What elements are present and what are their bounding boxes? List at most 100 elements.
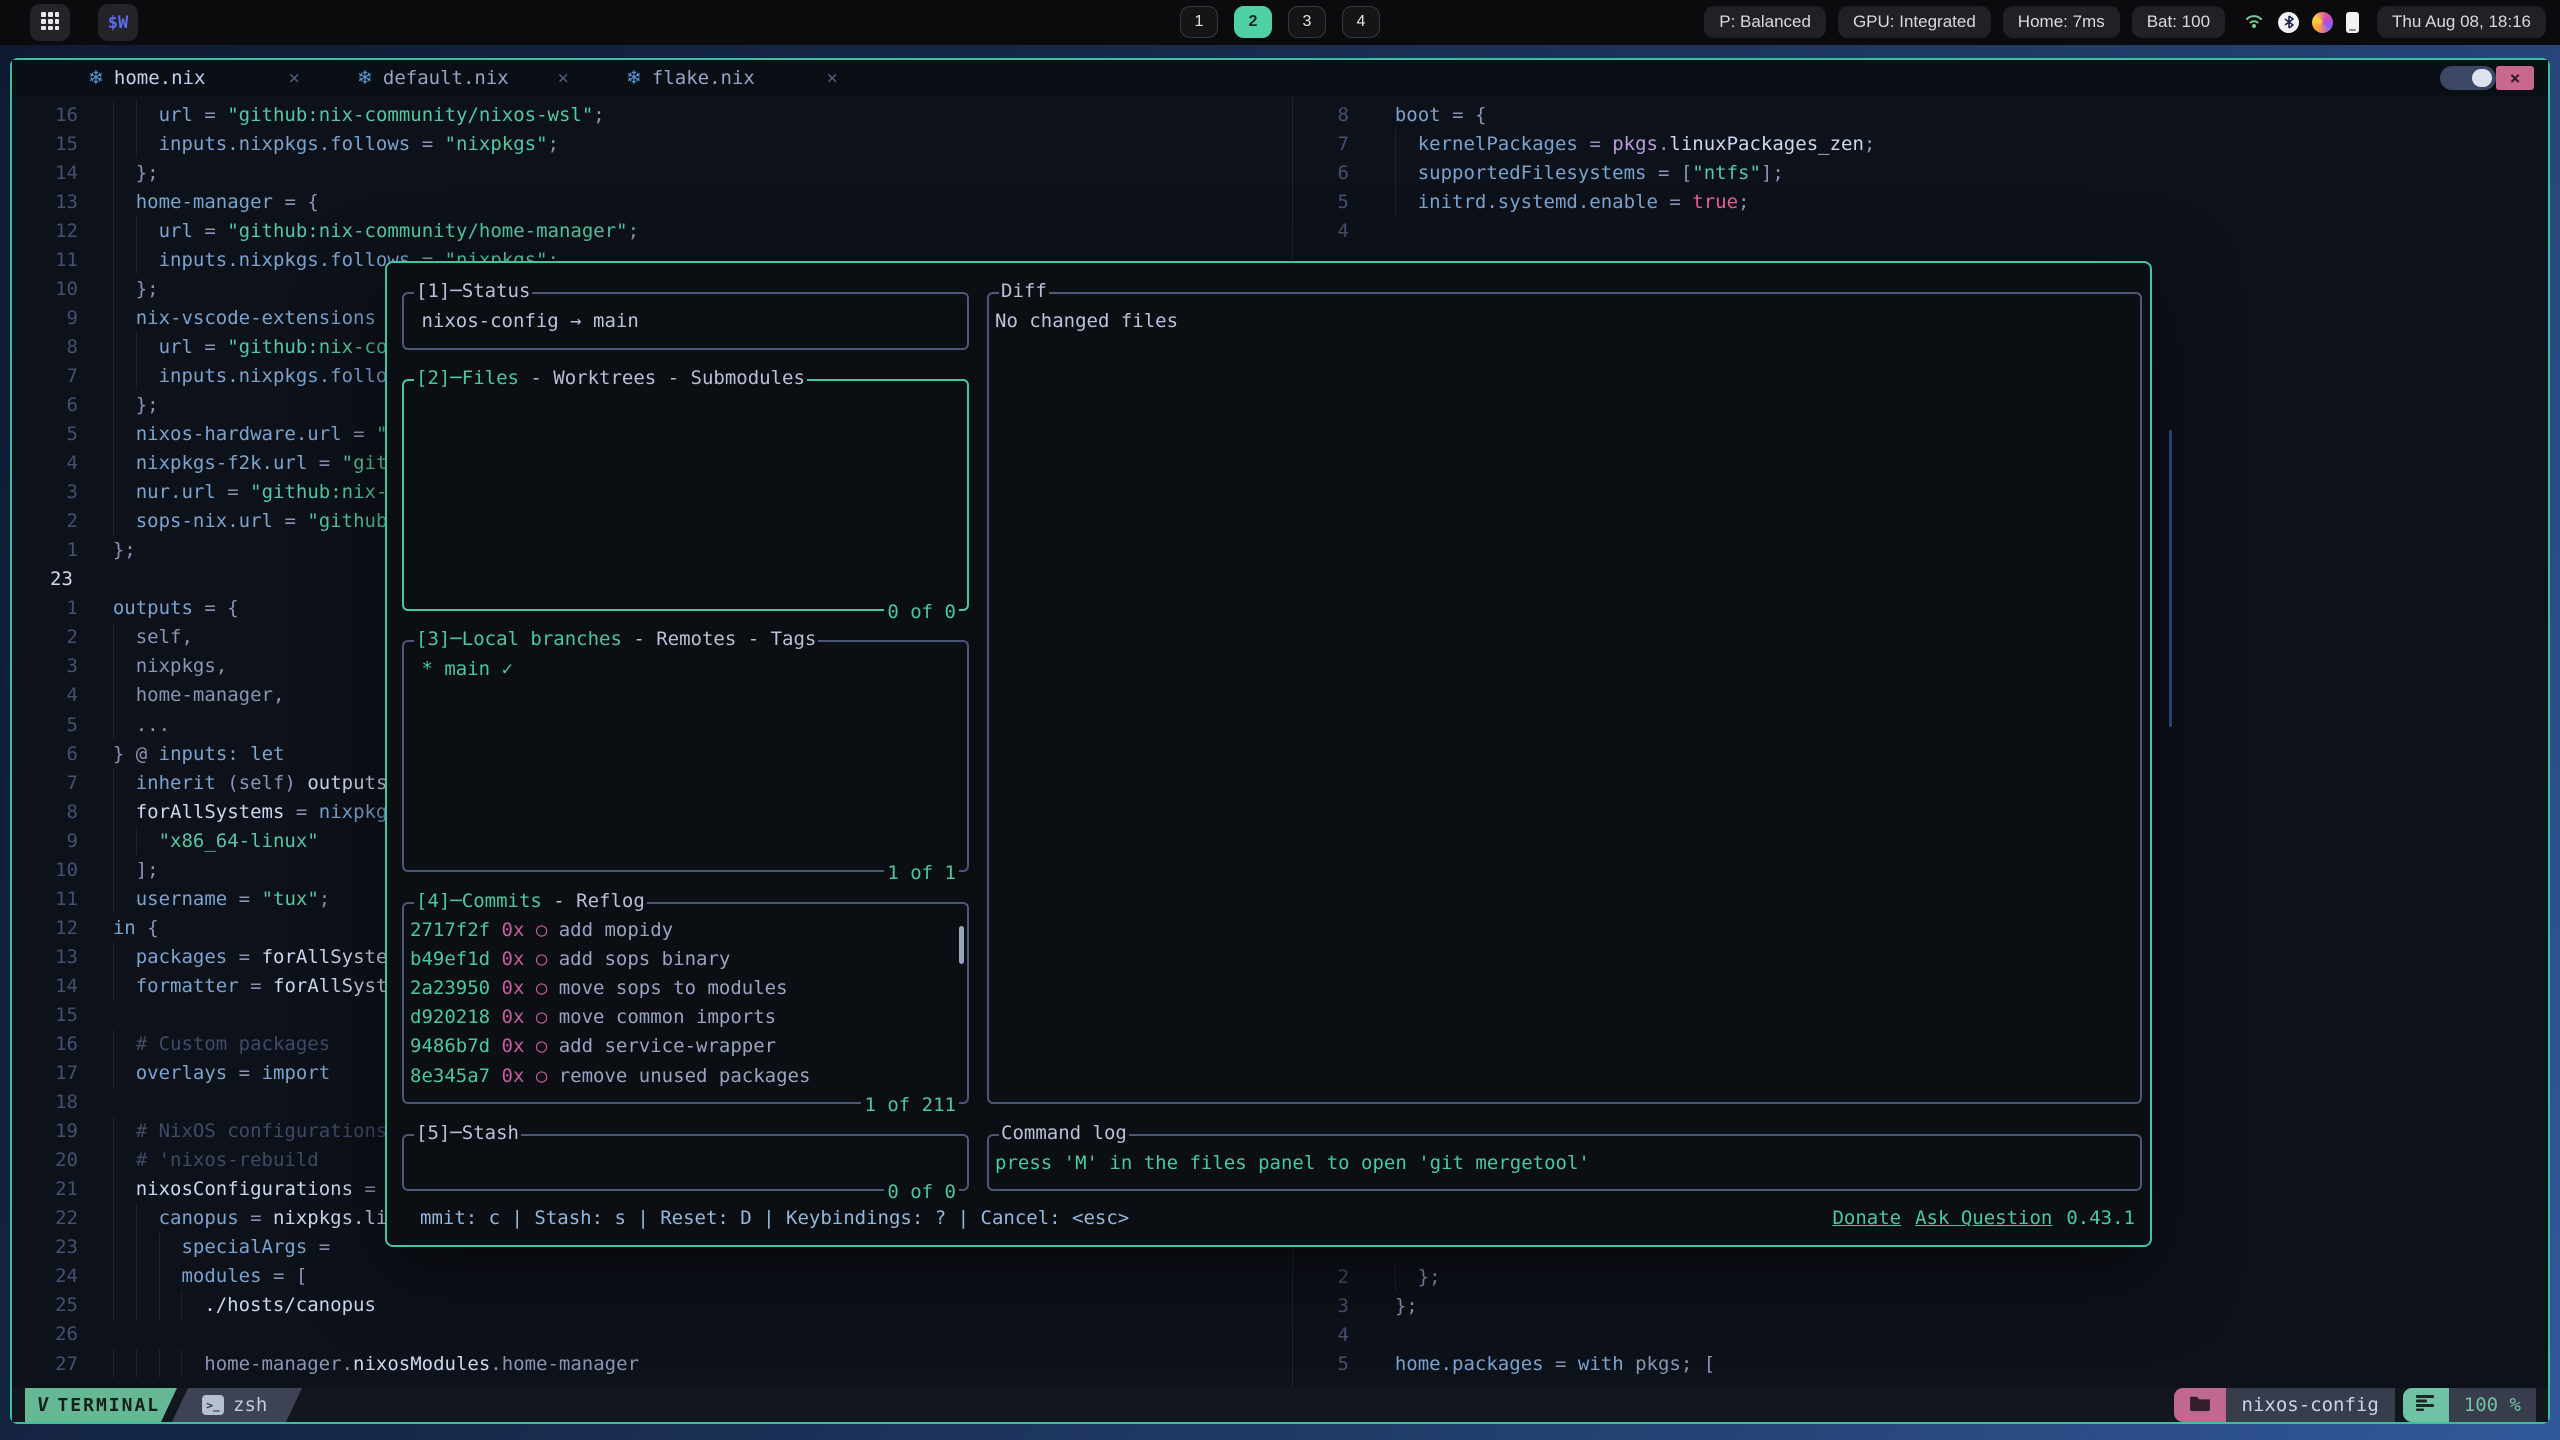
commit-sha: d920218 (410, 1006, 490, 1028)
commit-message: add mopidy (547, 919, 673, 941)
code-text: in { (90, 917, 159, 939)
tab-bar: ❄home.nix× ❄default.nix× ❄ flake.nix × × (12, 60, 2548, 97)
ask-question-link[interactable]: Ask Question (1915, 1207, 2052, 1229)
status-pill: Bat: 100 (2132, 6, 2225, 38)
app-launcher-button[interactable] (30, 4, 70, 41)
tab-flake.nix[interactable]: ❄ flake.nix × (626, 60, 838, 96)
clock[interactable]: Thu Aug 08, 18:16 (2377, 6, 2546, 38)
commits-panel-title: [4]─Commits - Reflog (414, 890, 647, 912)
phone-icon[interactable] (2346, 12, 2359, 33)
lazygit-files-panel[interactable]: [2]─Files - Worktrees - Submodules 0 of … (402, 379, 969, 611)
status-pill: GPU: Integrated (1838, 6, 1991, 38)
status-pill: P: Balanced (1704, 6, 1826, 38)
indent-guide (113, 797, 114, 826)
window-close-button[interactable]: × (2496, 66, 2534, 90)
code-text: } @ inputs: let (90, 743, 284, 765)
code-text: home-manager = { (90, 191, 319, 213)
indent-guide (113, 1233, 114, 1262)
line-number: 3 (1296, 1295, 1349, 1317)
cwd-label[interactable]: nixos-config (2226, 1388, 2395, 1422)
code-text: }; (1372, 1266, 1441, 1288)
commit-author: 0x (490, 948, 536, 970)
indent-guide (113, 710, 114, 739)
tab-close-icon[interactable]: × (289, 67, 300, 89)
workspace-button-4[interactable]: 4 (1342, 6, 1380, 38)
bluetooth-icon[interactable] (2278, 12, 2299, 33)
commit-author: 0x (490, 1035, 536, 1057)
commit-row[interactable]: 2717f2f 0x ○ add mopidy (410, 915, 961, 944)
code-text: }; (1372, 1295, 1418, 1317)
right-pane-top[interactable]: 8boot = {7kernelPackages = pkgs.linuxPac… (1296, 100, 2546, 245)
nix-snowflake-icon: ❄ (626, 67, 642, 89)
lazygit-footer-links: Donate Ask Question 0.43.1 (1832, 1207, 2135, 1229)
workspace-button-1[interactable]: 1 (1180, 6, 1218, 38)
lazygit-diff-panel[interactable]: Diff No changed files (987, 292, 2142, 1104)
code-text: ... (90, 714, 170, 736)
indent-guide (113, 1291, 114, 1320)
tab-close-icon[interactable]: × (558, 67, 569, 89)
browser-icon[interactable] (2312, 12, 2333, 33)
workspace-button-2[interactable]: 2 (1234, 6, 1272, 38)
line-number: 16 (12, 1033, 78, 1055)
code-text: kernelPackages = pkgs.linuxPackages_zen; (1372, 133, 1875, 155)
line-number: 11 (12, 249, 78, 271)
indent-guide (181, 1291, 182, 1320)
code-line: 4 (1296, 216, 2546, 245)
tab-close-icon[interactable]: × (827, 67, 838, 89)
lazygit-commits-panel[interactable]: [4]─Commits - Reflog 2717f2f 0x ○ add mo… (402, 902, 969, 1104)
line-number: 16 (12, 104, 78, 126)
code-line: 25./hosts/canopus (12, 1291, 1292, 1320)
lazygit-status-panel[interactable]: [1]─Status nixos-config → main (402, 292, 969, 350)
network-icon[interactable] (2243, 10, 2265, 34)
code-text: home-manager, (90, 684, 284, 706)
line-number: 12 (12, 220, 78, 242)
commit-row[interactable]: b49ef1d 0x ○ add sops binary (410, 944, 961, 973)
indent-guide (159, 1291, 160, 1320)
code-text: self, (90, 626, 193, 648)
commits-scrollbar[interactable] (959, 926, 964, 964)
indent-guide (113, 971, 114, 1000)
commit-message: move common imports (547, 1006, 776, 1028)
indent-guide (113, 652, 114, 681)
code-text: outputs = { (90, 597, 239, 619)
tab-home.nix[interactable]: ❄home.nix× (88, 60, 300, 96)
lazygit-stash-panel[interactable]: [5]─Stash 0 of 0 (402, 1134, 969, 1191)
tab-label: flake.nix (652, 67, 755, 89)
indent-guide (113, 1117, 114, 1146)
commit-row[interactable]: 2a23950 0x ○ move sops to modules (410, 973, 961, 1002)
line-number: 18 (12, 1091, 78, 1113)
tab-default.nix[interactable]: ❄default.nix× (357, 60, 569, 96)
line-number: 7 (12, 365, 78, 387)
commit-row[interactable]: 9486b7d 0x ○ add service-wrapper (410, 1032, 961, 1061)
code-text: specialArgs = (90, 1236, 342, 1258)
commits-count: 1 of 211 (861, 1094, 959, 1116)
commit-graph-node: ○ (536, 1065, 547, 1087)
commit-graph-node: ○ (536, 1006, 547, 1028)
terminal-prompt-icon: >_ (202, 1395, 224, 1415)
line-number: 8 (12, 801, 78, 823)
donate-link[interactable]: Donate (1832, 1207, 1901, 1229)
lazygit-branches-panel[interactable]: [3]─Local branches - Remotes - Tags * ma… (402, 640, 969, 872)
indent-guide (136, 216, 137, 245)
indent-guide (136, 361, 137, 390)
commit-message: remove unused packages (547, 1065, 810, 1087)
line-number: 4 (1296, 220, 1349, 242)
line-number: 13 (12, 946, 78, 968)
scrollbar-thumb[interactable] (2169, 430, 2172, 727)
indent-guide (113, 1146, 114, 1175)
lazygit-command-log-panel[interactable]: Command log press 'M' in the files panel… (987, 1134, 2142, 1191)
code-text: ./hosts/canopus (90, 1294, 376, 1316)
workspace-logo-button[interactable]: $W (98, 4, 138, 41)
window-toggle[interactable] (2440, 66, 2496, 90)
right-pane-bottom[interactable]: 2};3};45home.packages = with pkgs; [ (1296, 1262, 2546, 1378)
indent-guide (113, 855, 114, 884)
line-number: 19 (12, 1120, 78, 1142)
folder-segment (2174, 1388, 2226, 1422)
indent-guide (1395, 187, 1396, 216)
code-line: 5initrd.systemd.enable = true; (1296, 187, 2546, 216)
workspace-button-3[interactable]: 3 (1288, 6, 1326, 38)
commit-graph-node: ○ (536, 948, 547, 970)
commit-row[interactable]: 8e345a7 0x ○ remove unused packages (410, 1061, 961, 1090)
commit-row[interactable]: d920218 0x ○ move common imports (410, 1003, 961, 1032)
commit-author: 0x (490, 1006, 536, 1028)
